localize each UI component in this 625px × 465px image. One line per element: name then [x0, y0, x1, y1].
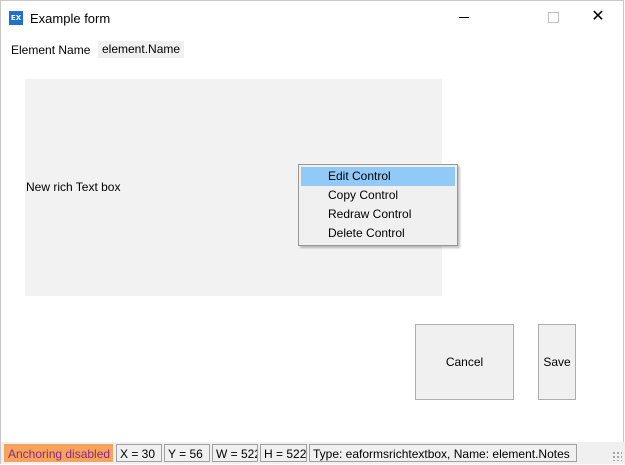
maximize-icon: [547, 12, 559, 24]
element-name-label: Element Name: [11, 43, 91, 57]
height-readout: H = 522: [260, 444, 307, 462]
menu-item-edit-control[interactable]: Edit Control: [301, 167, 455, 186]
rich-text-box-label: New rich Text box: [26, 180, 121, 194]
minimize-button[interactable]: [441, 1, 487, 33]
resize-grip-icon[interactable]: [612, 451, 622, 461]
window-title: Example form: [30, 11, 111, 26]
x-readout: X = 30: [116, 444, 162, 462]
menu-item-redraw-control[interactable]: Redraw Control: [301, 205, 455, 224]
app-icon: EX: [9, 11, 23, 25]
menu-item-delete-control[interactable]: Delete Control: [301, 224, 455, 243]
title-bar[interactable]: EX Example form ✕: [1, 1, 623, 33]
menu-item-copy-control[interactable]: Copy Control: [301, 186, 455, 205]
close-button[interactable]: ✕: [575, 1, 621, 33]
context-menu: Edit Control Copy Control Redraw Control…: [298, 164, 458, 246]
maximize-button[interactable]: [530, 1, 576, 33]
cancel-button[interactable]: Cancel: [415, 324, 514, 400]
form-window: EX Example form ✕ Element Name element.N…: [0, 0, 625, 464]
element-name-field[interactable]: element.Name: [98, 41, 185, 58]
selection-info: Type: eaformsrichtextbox, Name: element.…: [309, 444, 577, 462]
width-readout: W = 522: [212, 444, 258, 462]
save-button[interactable]: Save: [538, 324, 576, 400]
status-bar: Anchoring disabled X = 30 Y = 56 W = 522…: [1, 442, 625, 464]
close-icon: ✕: [591, 8, 605, 25]
y-readout: Y = 56: [164, 444, 210, 462]
minimize-icon: [459, 17, 469, 19]
anchoring-status[interactable]: Anchoring disabled: [4, 444, 113, 462]
